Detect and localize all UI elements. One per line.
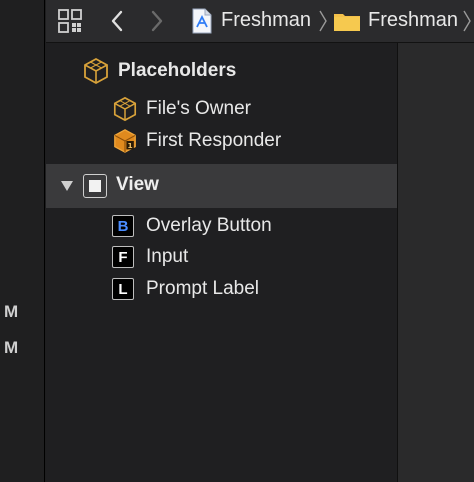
outline-item-label: File's Owner [146, 98, 251, 119]
xib-file-icon [192, 8, 212, 34]
placeholders-section[interactable]: Placeholders [82, 56, 236, 86]
outline-item-label: Overlay Button [146, 215, 272, 236]
breadcrumb-separator-icon [463, 10, 471, 32]
forward-chevron-icon[interactable] [150, 9, 164, 33]
outline-item-label: Input [146, 246, 189, 267]
canvas-area[interactable] [398, 0, 474, 482]
breadcrumb-separator-icon [319, 10, 327, 32]
view-label: View [116, 174, 159, 195]
jump-bar: Freshman Freshman [46, 0, 474, 43]
button-badge-icon: B [112, 215, 134, 237]
outline-item-files-owner[interactable]: File's Owner [112, 94, 251, 124]
placeholders-label: Placeholders [118, 60, 237, 81]
disclosure-triangle-icon[interactable] [60, 179, 74, 193]
outline-item-label: First Responder [146, 130, 282, 151]
gutter-marker: M [4, 302, 19, 321]
view-icon [83, 174, 107, 198]
outline-item-view[interactable]: View [46, 164, 397, 208]
outline-item-overlay-button[interactable]: B Overlay Button [112, 211, 272, 241]
textfield-badge-icon: F [112, 246, 134, 268]
related-items-grid-icon[interactable] [58, 9, 82, 33]
placeholder-cube-icon [84, 57, 108, 85]
first-responder-cube-icon: 1 [114, 129, 136, 153]
breadcrumb-file[interactable]: Freshman [221, 9, 311, 32]
gutter-marker: M [4, 338, 19, 357]
breadcrumb-folder[interactable]: Freshman [368, 9, 458, 32]
folder-icon [334, 14, 360, 31]
outline-item-input[interactable]: F Input [112, 242, 188, 272]
back-chevron-icon[interactable] [110, 9, 124, 33]
label-badge-icon: L [112, 278, 134, 300]
outline-item-first-responder[interactable]: 1 First Responder [112, 126, 281, 156]
files-owner-cube-icon [113, 96, 137, 122]
editor-gutter: M M [0, 0, 45, 482]
outline-item-prompt-label[interactable]: L Prompt Label [112, 274, 259, 304]
svg-text:1: 1 [128, 141, 133, 150]
outline-item-label: Prompt Label [146, 278, 260, 299]
